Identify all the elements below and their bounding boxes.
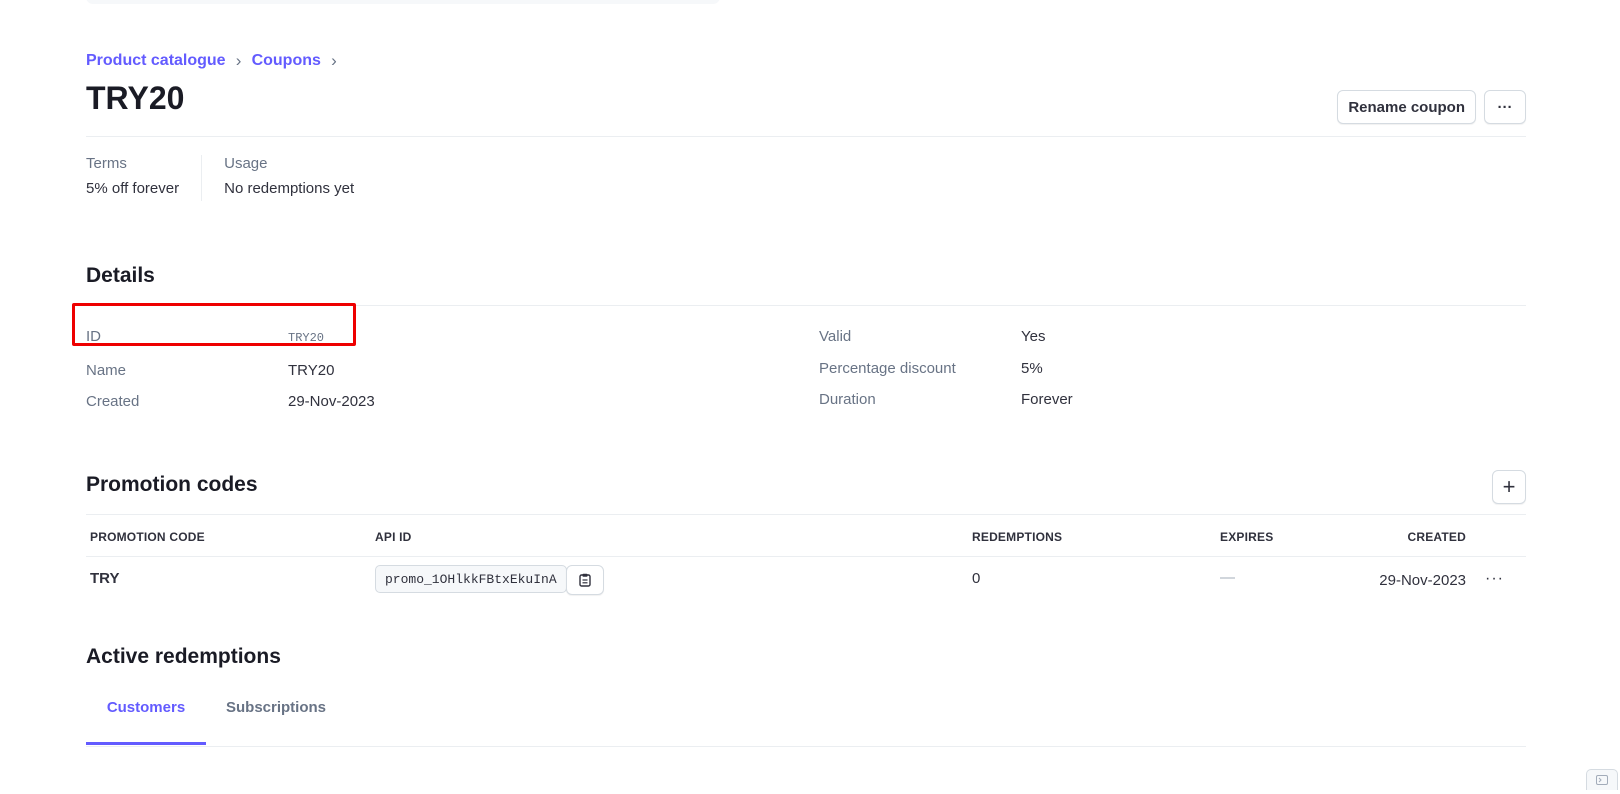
- highlight-box: [72, 303, 356, 346]
- chevron-right-icon: [1596, 775, 1608, 785]
- header-actions: Rename coupon ···: [1337, 90, 1526, 124]
- plus-icon: +: [1502, 474, 1516, 499]
- promotion-code-cell[interactable]: TRY: [90, 570, 119, 587]
- tab-customers[interactable]: Customers: [86, 686, 206, 745]
- search-bar-remnant: [86, 0, 720, 4]
- tab-subscriptions[interactable]: Subscriptions: [206, 686, 346, 745]
- api-id-chip[interactable]: promo_1OHlkkFBtxEkuInA: [375, 565, 567, 593]
- breadcrumb-link-coupons[interactable]: Coupons: [252, 52, 321, 70]
- detail-name-value: TRY20: [288, 362, 335, 379]
- detail-percentage-discount-label: Percentage discount: [819, 360, 956, 377]
- detail-duration-value: Forever: [1021, 391, 1073, 408]
- more-actions-button[interactable]: ···: [1484, 90, 1526, 124]
- expires-cell: —: [1220, 569, 1235, 586]
- active-redemptions-title: Active redemptions: [86, 645, 281, 668]
- redemptions-cell: 0: [972, 570, 981, 587]
- clipboard-icon: [579, 573, 591, 587]
- copy-api-id-button[interactable]: [566, 565, 604, 595]
- page-title: TRY20: [86, 80, 185, 116]
- table-header-divider: [86, 556, 1526, 557]
- breadcrumb: Product catalogue › Coupons ›: [86, 51, 347, 71]
- detail-valid-value: Yes: [1021, 328, 1046, 345]
- column-header-promotion-code[interactable]: PROMOTION CODE: [90, 530, 205, 544]
- coupon-summary: Terms 5% off forever Usage No redemption…: [86, 155, 376, 201]
- summary-terms-label: Terms: [86, 155, 127, 172]
- add-promotion-code-button[interactable]: +: [1492, 470, 1526, 504]
- column-header-created[interactable]: CREATED: [1407, 530, 1466, 544]
- detail-duration-label: Duration: [819, 391, 876, 408]
- summary-usage: Usage No redemptions yet: [201, 155, 376, 201]
- summary-terms: Terms 5% off forever: [86, 155, 201, 201]
- redemptions-tabs: Customers Subscriptions: [86, 686, 1526, 747]
- created-cell: 29-Nov-2023: [1379, 572, 1466, 589]
- row-ellipsis-icon[interactable]: ···: [1485, 570, 1504, 588]
- summary-terms-value: 5% off forever: [86, 180, 180, 197]
- summary-usage-label: Usage: [224, 155, 268, 172]
- chevron-right-icon: ›: [235, 51, 242, 70]
- detail-name-label: Name: [86, 362, 127, 379]
- column-header-api-id[interactable]: API ID: [375, 530, 412, 544]
- detail-created-label: Created: [86, 393, 140, 410]
- column-header-redemptions[interactable]: REDEMPTIONS: [972, 530, 1062, 544]
- header-divider: [86, 136, 1526, 137]
- terminal-icon[interactable]: [1586, 769, 1618, 790]
- promotion-codes-title: Promotion codes: [86, 473, 258, 496]
- ellipsis-icon: ···: [1497, 98, 1513, 116]
- column-header-expires[interactable]: EXPIRES: [1220, 530, 1273, 544]
- breadcrumb-link-product-catalogue[interactable]: Product catalogue: [86, 52, 226, 70]
- detail-percentage-discount-value: 5%: [1021, 360, 1043, 377]
- chevron-right-icon: ›: [331, 51, 337, 70]
- detail-created-value: 29-Nov-2023: [288, 393, 375, 410]
- summary-usage-value: No redemptions yet: [224, 180, 355, 197]
- details-title: Details: [86, 264, 155, 287]
- promotion-codes-divider: [86, 514, 1526, 515]
- rename-coupon-button[interactable]: Rename coupon: [1337, 90, 1476, 124]
- detail-valid-label: Valid: [819, 328, 852, 345]
